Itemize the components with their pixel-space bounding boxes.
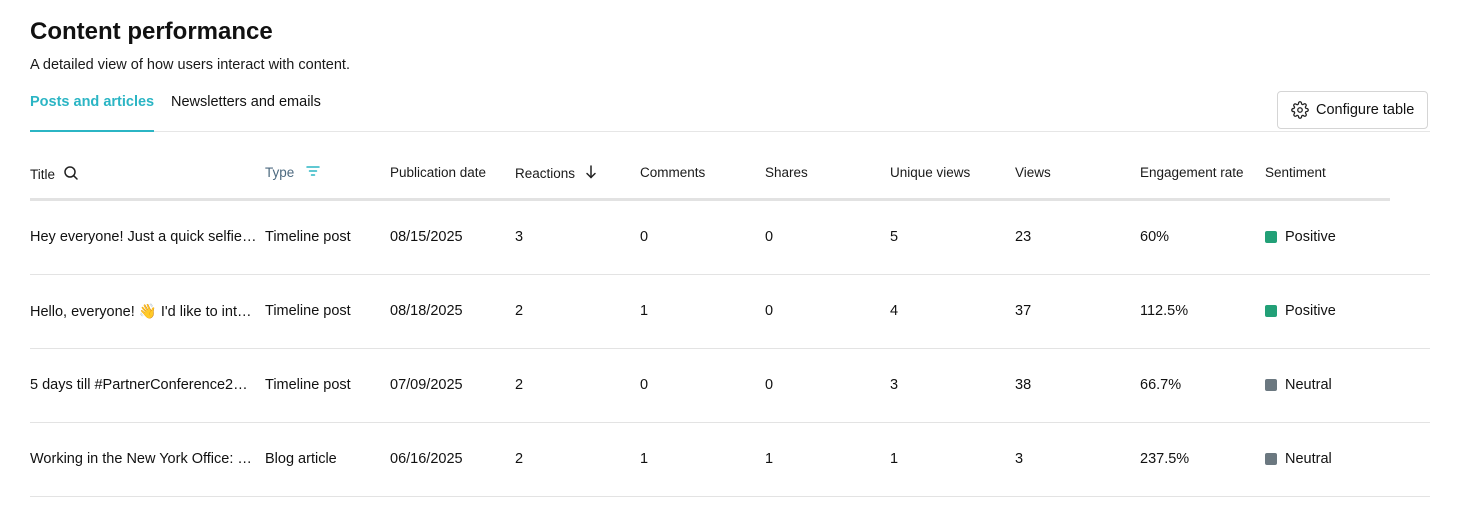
cell-reactions: 2 — [515, 377, 524, 393]
table-row[interactable]: 5 days till #PartnerConference2… Timelin… — [30, 349, 1430, 423]
cell-comments: 1 — [640, 303, 649, 319]
cell-type: Timeline post — [265, 377, 351, 393]
cell-engagement-rate: 112.5% — [1140, 303, 1189, 319]
table-row[interactable]: Working in the New York Office: … Blog a… — [30, 423, 1430, 497]
cell-reactions: 3 — [515, 229, 524, 245]
filter-icon[interactable] — [306, 165, 321, 180]
content-table: Title Type Publication date Reactions Co… — [30, 148, 1430, 497]
sentiment-swatch — [1265, 305, 1277, 317]
cell-sentiment: Positive — [1265, 229, 1336, 245]
configure-table-button[interactable]: Configure table — [1277, 91, 1428, 129]
cell-title[interactable]: Working in the New York Office: … — [30, 451, 258, 467]
sentiment-swatch — [1265, 231, 1277, 243]
column-header-label: Publication date — [390, 165, 487, 180]
cell-shares: 1 — [765, 451, 774, 467]
cell-comments: 1 — [640, 451, 649, 467]
cell-title[interactable]: Hello, everyone! 👋 I'd like to int… — [30, 303, 258, 320]
cell-sentiment: Positive — [1265, 303, 1336, 319]
column-header-label: Unique views — [890, 165, 971, 180]
cell-reactions: 2 — [515, 451, 524, 467]
sentiment-swatch — [1265, 453, 1277, 465]
cell-title[interactable]: 5 days till #PartnerConference2… — [30, 377, 258, 393]
column-header-label: Comments — [640, 165, 706, 180]
column-header-shares[interactable]: Shares — [765, 165, 808, 180]
column-header-views[interactable]: Views — [1015, 165, 1051, 180]
cell-engagement-rate: 237.5% — [1140, 451, 1190, 467]
table-row[interactable]: Hello, everyone! 👋 I'd like to int… Time… — [30, 275, 1430, 349]
cell-publication-date: 08/15/2025 — [390, 229, 463, 245]
cell-type: Timeline post — [265, 229, 351, 245]
tab-posts-and-articles[interactable]: Posts and articles — [30, 94, 155, 132]
page-subtitle: A detailed view of how users interact wi… — [30, 57, 350, 73]
table-body: Hey everyone! Just a quick selfie… Timel… — [30, 201, 1430, 497]
cell-shares: 0 — [765, 303, 774, 319]
cell-shares: 0 — [765, 229, 774, 245]
column-header-label: Type — [265, 165, 295, 180]
tab-newsletters-and-emails[interactable]: Newsletters and emails — [171, 94, 321, 130]
cell-shares: 0 — [765, 377, 774, 393]
column-header-sentiment[interactable]: Sentiment — [1265, 165, 1326, 180]
sentiment-label: Positive — [1285, 303, 1336, 319]
sentiment-label: Positive — [1285, 229, 1336, 245]
sentiment-label: Neutral — [1285, 377, 1332, 393]
cell-unique-views: 5 — [890, 229, 899, 245]
cell-publication-date: 07/09/2025 — [390, 377, 463, 393]
cell-views: 23 — [1015, 229, 1032, 245]
cell-views: 38 — [1015, 377, 1032, 393]
gear-icon — [1291, 101, 1309, 119]
table-row[interactable]: Hey everyone! Just a quick selfie… Timel… — [30, 201, 1430, 275]
cell-unique-views: 3 — [890, 377, 899, 393]
cell-sentiment: Neutral — [1265, 451, 1332, 467]
cell-type: Blog article — [265, 451, 337, 467]
column-header-label: Shares — [765, 165, 808, 180]
column-header-reactions[interactable]: Reactions — [515, 165, 597, 182]
cell-comments: 0 — [640, 229, 649, 245]
search-icon[interactable] — [63, 165, 79, 184]
column-header-label: Reactions — [515, 166, 576, 181]
cell-views: 37 — [1015, 303, 1032, 319]
column-header-label: Engagement rate — [1140, 165, 1244, 180]
cell-publication-date: 06/16/2025 — [390, 451, 463, 467]
cell-engagement-rate: 66.7% — [1140, 377, 1182, 393]
sentiment-label: Neutral — [1285, 451, 1332, 467]
cell-publication-date: 08/18/2025 — [390, 303, 463, 319]
column-header-comments[interactable]: Comments — [640, 165, 705, 180]
cell-type: Timeline post — [265, 303, 351, 319]
column-header-engagement-rate[interactable]: Engagement rate — [1140, 165, 1244, 180]
cell-title[interactable]: Hey everyone! Just a quick selfie… — [30, 229, 258, 245]
configure-table-label: Configure table — [1316, 102, 1415, 118]
page-title: Content performance — [30, 18, 273, 45]
column-header-label: Sentiment — [1265, 165, 1326, 180]
column-header-unique-views[interactable]: Unique views — [890, 165, 970, 180]
column-header-label: Views — [1015, 165, 1051, 180]
column-header-publication-date[interactable]: Publication date — [390, 165, 486, 180]
column-header-type[interactable]: Type — [265, 165, 321, 180]
sentiment-swatch — [1265, 379, 1277, 391]
cell-unique-views: 4 — [890, 303, 899, 319]
cell-unique-views: 1 — [890, 451, 899, 467]
tab-bar: Posts and articles Newsletters and email… — [30, 88, 1430, 132]
table-header: Title Type Publication date Reactions Co… — [30, 148, 1390, 201]
arrow-down-icon[interactable] — [585, 165, 597, 182]
cell-comments: 0 — [640, 377, 649, 393]
cell-views: 3 — [1015, 451, 1024, 467]
cell-engagement-rate: 60% — [1140, 229, 1170, 245]
column-header-title[interactable]: Title — [30, 165, 79, 184]
cell-sentiment: Neutral — [1265, 377, 1332, 393]
column-header-label: Title — [30, 167, 56, 182]
cell-reactions: 2 — [515, 303, 524, 319]
